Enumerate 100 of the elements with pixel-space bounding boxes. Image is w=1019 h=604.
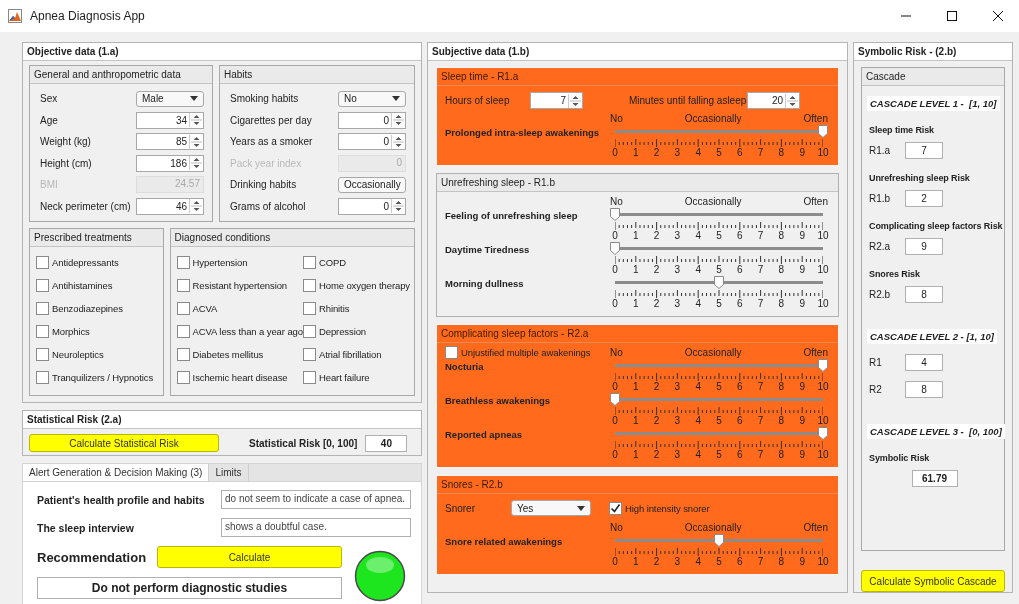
tick-label: 1 <box>632 147 640 158</box>
caret-icon <box>392 96 400 102</box>
tick-label: 0 <box>611 147 619 158</box>
scale-label: Often <box>803 112 828 124</box>
checkbox[interactable] <box>36 371 49 384</box>
tick-label: 5 <box>715 147 723 158</box>
tick-label: 0 <box>611 556 619 567</box>
checkbox-label: Depression <box>318 326 366 337</box>
checkbox[interactable] <box>176 348 190 361</box>
number-spinner[interactable]: 7 <box>530 92 583 109</box>
value-field: 2 <box>905 190 943 207</box>
dropdown[interactable]: Yes <box>511 500 591 516</box>
tab[interactable]: Alert Generation & Decision Making (3) <box>23 464 210 481</box>
checkbox-label: Neuroleptics <box>52 349 104 360</box>
text-field[interactable]: shows a doubtful case. <box>221 518 411 537</box>
checkbox[interactable] <box>36 279 49 292</box>
scale-label: Occasionally <box>684 521 742 533</box>
checkbox-label: Antihistamines <box>52 280 113 291</box>
number-spinner[interactable]: 0 <box>338 197 406 215</box>
slider-label: Reported apneas <box>445 428 524 440</box>
calculate-button[interactable]: Calculate Symbolic Cascade <box>861 570 1005 592</box>
slider-thumb[interactable] <box>818 427 828 440</box>
spinner-arrows-icon <box>391 113 405 128</box>
scale-label: Often <box>803 521 828 533</box>
calculate-button[interactable]: Calculate <box>157 546 342 568</box>
calculate-button[interactable]: Calculate Statistical Risk <box>29 434 219 452</box>
tick-label: 1 <box>632 298 640 309</box>
number-spinner[interactable]: 20 <box>747 92 800 109</box>
number-spinner[interactable]: 0 <box>338 111 406 129</box>
slider-thumb[interactable] <box>818 125 828 138</box>
tick-label: 6 <box>736 298 744 309</box>
field-label: Years as a smoker <box>230 136 313 148</box>
scale-label: No <box>610 521 623 533</box>
checkbox-label: Atrial fibrillation <box>318 349 382 360</box>
tick-label: 4 <box>694 298 702 309</box>
text-field[interactable]: do not seem to indicate a case of apnea. <box>221 490 411 509</box>
number-spinner[interactable]: 186 <box>136 154 204 172</box>
checkbox[interactable] <box>176 325 190 338</box>
scale-label: Occasionally <box>684 195 742 207</box>
number-spinner[interactable]: 0 <box>338 133 406 151</box>
tick-label: 6 <box>736 230 744 241</box>
tick-label: 4 <box>694 230 702 241</box>
tick-label: 6 <box>736 415 744 426</box>
tick-label: 7 <box>756 556 765 567</box>
slider-label: Nocturia <box>445 360 485 372</box>
field-label: Drinking habits <box>230 179 297 191</box>
tick-label: 2 <box>652 449 661 460</box>
number-spinner[interactable]: 34 <box>136 111 204 129</box>
checkbox[interactable] <box>36 256 49 269</box>
checkbox-label: Heart failure <box>318 372 370 383</box>
checkbox[interactable] <box>176 279 190 292</box>
checkbox[interactable] <box>445 345 458 359</box>
checkbox-label: Home oxygen therapy <box>318 280 410 291</box>
slider-thumb[interactable] <box>610 208 620 221</box>
checkbox[interactable] <box>609 501 622 515</box>
scale-label: Occasionally <box>684 346 742 358</box>
number-spinner[interactable]: 46 <box>136 197 204 215</box>
tick-label: 9 <box>798 298 806 309</box>
checkbox[interactable] <box>302 371 316 384</box>
scale-label: Often <box>803 346 828 358</box>
checkbox[interactable] <box>36 325 49 338</box>
tick-label: 4 <box>694 147 702 158</box>
tick-label: 8 <box>777 230 786 241</box>
scale-label: No <box>610 195 623 207</box>
maximize-icon[interactable] <box>947 11 957 21</box>
slider-thumb[interactable] <box>610 393 620 406</box>
slider-thumb[interactable] <box>714 534 724 547</box>
checkbox[interactable] <box>176 371 190 384</box>
checkbox[interactable] <box>176 302 190 315</box>
checkbox[interactable] <box>36 302 49 315</box>
tick-label: 2 <box>652 415 661 426</box>
tick-label: 2 <box>652 381 661 392</box>
risk-label: R1.b <box>869 193 892 204</box>
close-icon[interactable] <box>993 11 1003 21</box>
level-heading: CASCADE LEVEL 2 - [1, 10] <box>867 329 997 344</box>
checkbox[interactable] <box>302 302 316 315</box>
checkbox[interactable] <box>176 256 190 269</box>
tick-label: 1 <box>632 264 640 275</box>
checkbox-label: Unjustified multiple awakenings <box>461 346 591 358</box>
tick-label: 6 <box>736 381 744 392</box>
tick-label: 7 <box>756 264 765 275</box>
dropdown[interactable]: Male <box>136 90 204 107</box>
dropdown[interactable]: No <box>338 90 406 107</box>
slider-thumb[interactable] <box>818 359 828 372</box>
dropdown[interactable]: Occasionally <box>338 176 406 193</box>
spinner-arrows-icon <box>189 156 203 171</box>
checkbox[interactable] <box>36 348 49 361</box>
spinner-arrows-icon <box>189 113 203 128</box>
checkbox[interactable] <box>302 256 316 269</box>
tick-label: 5 <box>715 381 723 392</box>
checkbox[interactable] <box>302 348 316 361</box>
number-spinner[interactable]: 85 <box>136 133 204 151</box>
slider-thumb[interactable] <box>610 242 620 255</box>
level-heading: CASCADE LEVEL 1 - [1, 10] <box>867 96 1000 111</box>
slider-thumb[interactable] <box>714 276 724 289</box>
tick-label: 7 <box>756 298 765 309</box>
checkbox[interactable] <box>302 325 316 338</box>
scale-label: No <box>610 112 623 124</box>
tick-label: 4 <box>694 556 702 567</box>
checkbox[interactable] <box>302 279 316 292</box>
